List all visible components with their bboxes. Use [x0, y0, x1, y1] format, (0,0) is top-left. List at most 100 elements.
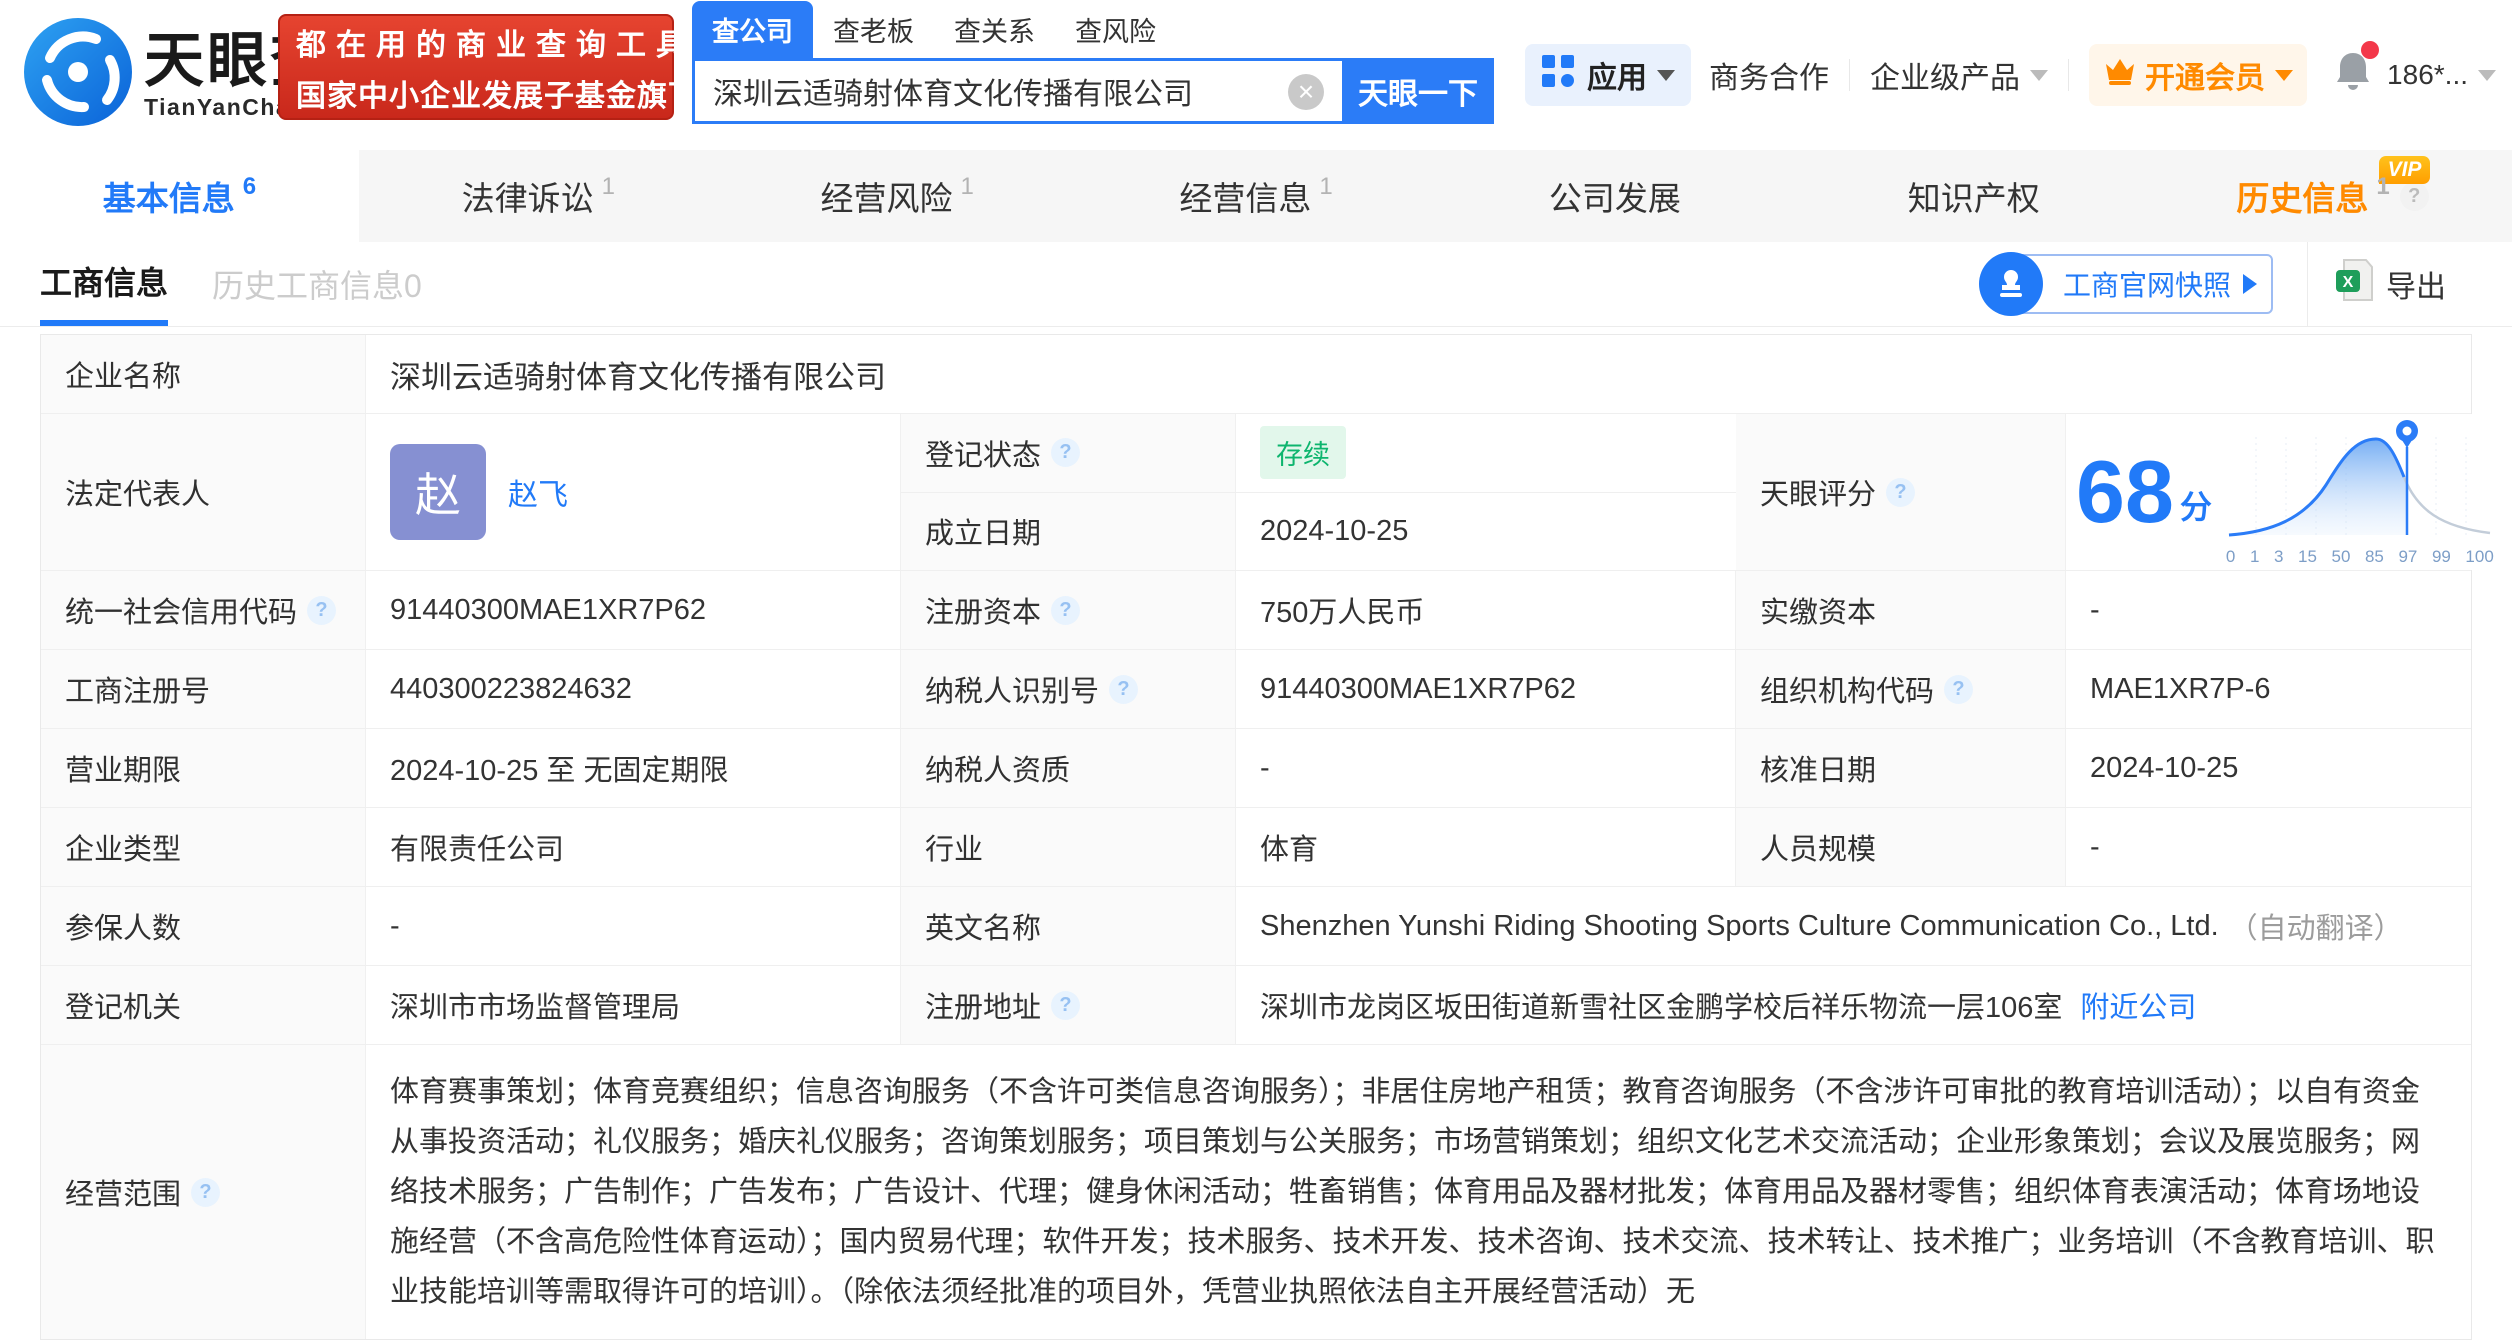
table-row: 经营范围 体育赛事策划；体育竞赛组织；信息咨询服务（不含许可类信息咨询服务）；非… [41, 1045, 2471, 1339]
field-label: 企业类型 [41, 808, 366, 886]
field-label: 企业名称 [41, 335, 366, 413]
help-icon[interactable] [1051, 596, 1080, 625]
search-tab-company[interactable]: 查公司 [692, 1, 813, 58]
paid-capital-value: - [2066, 571, 2471, 649]
tab-label: 公司发展 [1549, 172, 1681, 220]
help-icon[interactable] [1886, 478, 1915, 507]
avatar[interactable]: 赵 [390, 444, 486, 540]
nav-enterprise[interactable]: 企业级产品 [1870, 53, 2048, 97]
tianyancha-logo-icon [22, 16, 134, 133]
search-area: 查公司 查老板 查关系 查风险 天眼一下 [692, 6, 1494, 124]
nearby-companies-link[interactable]: 附近公司 [2080, 984, 2196, 1026]
tab-label: 基本信息 [103, 172, 235, 220]
stamp-icon [1979, 252, 2043, 316]
tab-legal-litigation[interactable]: 法律诉讼 1 [359, 150, 718, 242]
score-value: 68 [2076, 448, 2174, 536]
english-name-value: Shenzhen Yunshi Riding Shooting Sports C… [1260, 910, 2219, 943]
score-distribution-chart: 0 1 3 15 50 85 97 99 100 [2226, 417, 2494, 567]
nav-cooperation-label: 商务合作 [1709, 53, 1829, 97]
search-tab-risk[interactable]: 查风险 [1055, 1, 1176, 58]
account-phone: 186*... [2387, 59, 2468, 91]
company-type-value: 有限责任公司 [366, 808, 901, 886]
tab-count: 1 [960, 173, 973, 201]
english-name-cell: Shenzhen Yunshi Riding Shooting Sports C… [1236, 887, 2471, 965]
export-label: 导出 [2386, 262, 2446, 306]
search-tab-boss[interactable]: 查老板 [813, 1, 934, 58]
table-tools: 工商官网快照 X 导出 [1979, 242, 2472, 326]
reg-authority-value: 深圳市市场监督管理局 [366, 966, 901, 1044]
tab-intellectual-property[interactable]: 知识产权 [1794, 150, 2153, 242]
tab-count: 1 [2376, 173, 2389, 201]
score-unit: 分 [2180, 482, 2212, 528]
help-icon[interactable] [2400, 182, 2429, 211]
apps-grid-icon [1541, 54, 1575, 96]
section-tabs: 基本信息 6 法律诉讼 1 经营风险 1 经营信息 1 公司发展 知识产权 VI… [0, 150, 2512, 242]
help-icon[interactable] [1944, 675, 1973, 704]
nav-enterprise-label: 企业级产品 [1870, 53, 2020, 97]
tab-basic-info[interactable]: 基本信息 6 [0, 150, 359, 242]
status-badge: 存续 [1260, 426, 1346, 479]
banner-line2: 国家中小企业发展子基金旗下机构 [296, 71, 656, 115]
banner-line1: 都在用的商业查询工具 [296, 20, 656, 64]
company-name-value: 深圳云适骑射体育文化传播有限公司 [366, 335, 2471, 413]
field-label: 人员规模 [1736, 808, 2066, 886]
field-label: 工商注册号 [41, 650, 366, 728]
subtab-business-info[interactable]: 工商信息 [40, 242, 168, 326]
field-label-group: 天眼评分 [1736, 414, 2066, 570]
tab-company-development[interactable]: 公司发展 [1435, 150, 1794, 242]
table-row: 登记机关 深圳市市场监督管理局 注册地址 深圳市龙岗区坂田街道新雪社区金鹏学校后… [41, 966, 2471, 1045]
table-row: 企业类型 有限责任公司 行业 体育 人员规模 - [41, 808, 2471, 887]
divider [2068, 59, 2069, 91]
official-snapshot-button[interactable]: 工商官网快照 [2009, 254, 2273, 314]
help-icon[interactable] [191, 1178, 220, 1207]
help-icon[interactable] [1109, 675, 1138, 704]
bell-icon [2333, 67, 2373, 100]
field-label: 营业期限 [41, 729, 366, 807]
arrow-right-icon [2243, 274, 2257, 294]
field-label-group: 统一社会信用代码 [41, 571, 366, 649]
help-icon[interactable] [1051, 991, 1080, 1020]
search-tabs: 查公司 查老板 查关系 查风险 [692, 6, 1494, 58]
chevron-down-icon [2275, 70, 2293, 81]
header: 天眼查 TianYanCha.com 都在用的商业查询工具 国家中小企业发展子基… [0, 0, 2512, 150]
tianyan-score[interactable]: 68 分 [2066, 417, 2498, 567]
help-icon[interactable] [1051, 438, 1080, 467]
search-input[interactable] [692, 58, 1342, 124]
export-button[interactable]: X 导出 [2308, 242, 2472, 326]
subtab-history-business-info[interactable]: 历史工商信息0 [212, 261, 422, 307]
field-label: 法定代表人 [41, 414, 366, 570]
tab-label: 经营风险 [820, 172, 952, 220]
field-label: 注册资本 [925, 589, 1041, 631]
nav-apps[interactable]: 应用 [1525, 44, 1691, 106]
clear-search-icon[interactable] [1288, 74, 1324, 110]
search-tab-relation[interactable]: 查关系 [934, 1, 1055, 58]
field-label: 组织机构代码 [1760, 668, 1934, 710]
business-term-value: 2024-10-25 至 无固定期限 [366, 729, 901, 807]
tab-history-info[interactable]: VIP 历史信息 1 [2153, 150, 2512, 242]
tab-operation-info[interactable]: 经营信息 1 [1077, 150, 1436, 242]
top-nav: 应用 商务合作 企业级产品 开通会员 [1525, 0, 2496, 150]
field-label: 纳税人识别号 [925, 668, 1099, 710]
chevron-down-icon [2478, 70, 2496, 81]
status-date-block: 登记状态 存续 成立日期 2024-10-25 [901, 414, 1736, 570]
search-button[interactable]: 天眼一下 [1342, 58, 1494, 124]
tab-label: 法律诉讼 [462, 172, 594, 220]
nav-open-vip[interactable]: 开通会员 [2089, 44, 2307, 106]
reg-address-value: 深圳市龙岗区坂田街道新雪社区金鹏学校后祥乐物流一层106室 [1260, 984, 2062, 1026]
promo-banner: 都在用的商业查询工具 国家中小企业发展子基金旗下机构 [278, 14, 674, 120]
notifications-bell[interactable] [2333, 49, 2373, 101]
business-scope-value: 体育赛事策划；体育竞赛组织；信息咨询服务（不含许可类信息咨询服务）；非居住房地产… [366, 1045, 2471, 1339]
tab-count: 6 [243, 173, 256, 201]
business-info-table: 企业名称 深圳云适骑射体育文化传播有限公司 法定代表人 赵 赵飞 登记状态 存续 [40, 334, 2472, 1340]
account-menu[interactable]: 186*... [2387, 59, 2496, 91]
table-row: 参保人数 - 英文名称 Shenzhen Yunshi Riding Shoot… [41, 887, 2471, 966]
tab-label: 历史信息 [2236, 172, 2368, 220]
field-label: 实缴资本 [1736, 571, 2066, 649]
legal-rep-link[interactable]: 赵飞 [508, 470, 568, 514]
business-scope-cell: 体育赛事策划；体育竞赛组织；信息咨询服务（不含许可类信息咨询服务）；非居住房地产… [366, 1045, 2471, 1339]
field-label-group: 纳税人识别号 [901, 650, 1236, 728]
help-icon[interactable] [307, 596, 336, 625]
tab-count: 1 [1319, 173, 1332, 201]
tab-operation-risk[interactable]: 经营风险 1 [718, 150, 1077, 242]
nav-cooperation[interactable]: 商务合作 [1709, 53, 1829, 97]
